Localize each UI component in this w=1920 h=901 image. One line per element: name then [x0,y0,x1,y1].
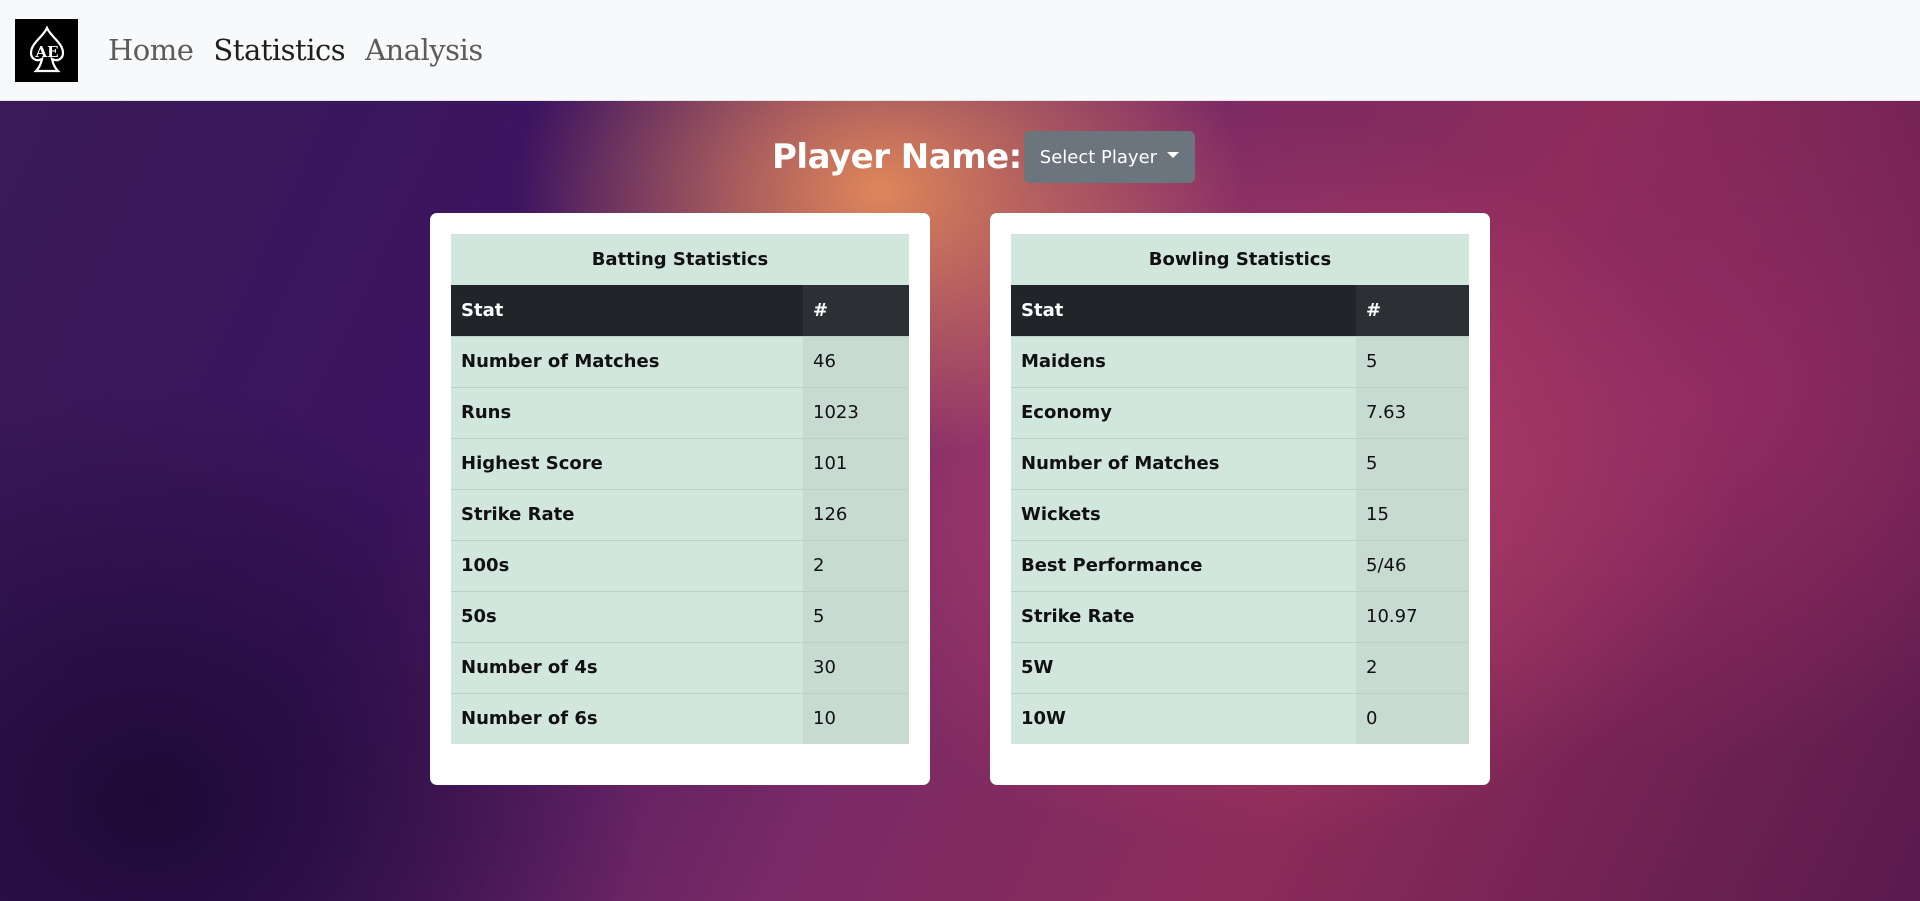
stat-value: 10 [803,692,909,744]
stat-value: 2 [803,539,909,591]
stat-value: 1023 [803,386,909,438]
stat-label: 5W [1011,641,1356,693]
stat-label: 50s [451,590,803,642]
stat-value: 30 [803,641,909,693]
table-row: Wickets 15 [1011,488,1469,540]
batting-header-row: Stat # [451,285,909,336]
stat-label: Wickets [1011,488,1356,540]
stat-label: Strike Rate [451,488,803,540]
stat-label: Maidens [1011,335,1356,387]
stat-label: 100s [451,539,803,591]
table-row: Strike Rate 10.97 [1011,590,1469,642]
stat-value: 101 [803,437,909,489]
bowling-col-value: # [1356,285,1469,336]
stat-label: Strike Rate [1011,590,1356,642]
stat-value: 46 [803,335,909,387]
stat-value: 5 [1356,437,1469,489]
stat-value: 2 [1356,641,1469,693]
bowling-card: Bowling Statistics Stat # Maidens 5 Econo… [990,213,1490,785]
bowling-table-title: Bowling Statistics [1011,234,1469,285]
stat-label: Number of 4s [451,641,803,693]
batting-card: Batting Statistics Stat # Number of Matc… [430,213,930,785]
bowling-header-row: Stat # [1011,285,1469,336]
player-name-label: Player Name: [772,137,1022,177]
stat-value: 15 [1356,488,1469,540]
logo-text: AE [34,43,58,61]
table-row: 100s 2 [451,539,909,591]
stat-value: 5 [803,590,909,642]
stat-label: Economy [1011,386,1356,438]
stat-label: 10W [1011,692,1356,744]
top-navbar: AE Home Statistics Analysis [0,0,1920,101]
table-row: Number of 4s 30 [451,641,909,693]
stat-value: 5/46 [1356,539,1469,591]
table-row: 5W 2 [1011,641,1469,693]
stat-value: 7.63 [1356,386,1469,438]
stat-label: Runs [451,386,803,438]
select-player-label: Select Player [1039,146,1158,168]
nav-home-link[interactable]: Home [108,33,194,67]
player-selector-row: Player Name: Select Player [772,131,1196,183]
spade-logo-icon: AE [29,25,64,73]
table-row: Number of Matches 5 [1011,437,1469,489]
nav-statistics-link[interactable]: Statistics [213,33,345,67]
nav-analysis-link[interactable]: Analysis [365,33,483,67]
brand-logo[interactable]: AE [15,18,78,82]
batting-table: Batting Statistics Stat # Number of Matc… [451,234,909,744]
stat-label: Number of Matches [1011,437,1356,489]
select-player-dropdown[interactable]: Select Player [1023,131,1196,183]
stat-value: 0 [1356,692,1469,744]
bowling-col-stat: Stat [1011,285,1356,336]
table-row: Strike Rate 126 [451,488,909,540]
table-row: Runs 1023 [451,386,909,438]
table-row: 50s 5 [451,590,909,642]
caret-down-icon [1167,152,1180,158]
batting-table-title: Batting Statistics [451,234,909,285]
batting-col-stat: Stat [451,285,803,336]
batting-col-value: # [803,285,909,336]
table-row: Economy 7.63 [1011,386,1469,438]
stat-label: Highest Score [451,437,803,489]
table-row: Number of Matches 46 [451,335,909,387]
stat-value: 10.97 [1356,590,1469,642]
table-row: 10W 0 [1011,692,1469,744]
stat-value: 126 [803,488,909,540]
table-row: Maidens 5 [1011,335,1469,387]
table-row: Number of 6s 10 [451,692,909,744]
bowling-table: Bowling Statistics Stat # Maidens 5 Econo… [1011,234,1469,744]
stat-label: Number of Matches [451,335,803,387]
stat-label: Number of 6s [451,692,803,744]
stat-label: Best Performance [1011,539,1356,591]
stat-value: 5 [1356,335,1469,387]
table-row: Best Performance 5/46 [1011,539,1469,591]
table-row: Highest Score 101 [451,437,909,489]
background-wallpaper [0,101,1920,901]
